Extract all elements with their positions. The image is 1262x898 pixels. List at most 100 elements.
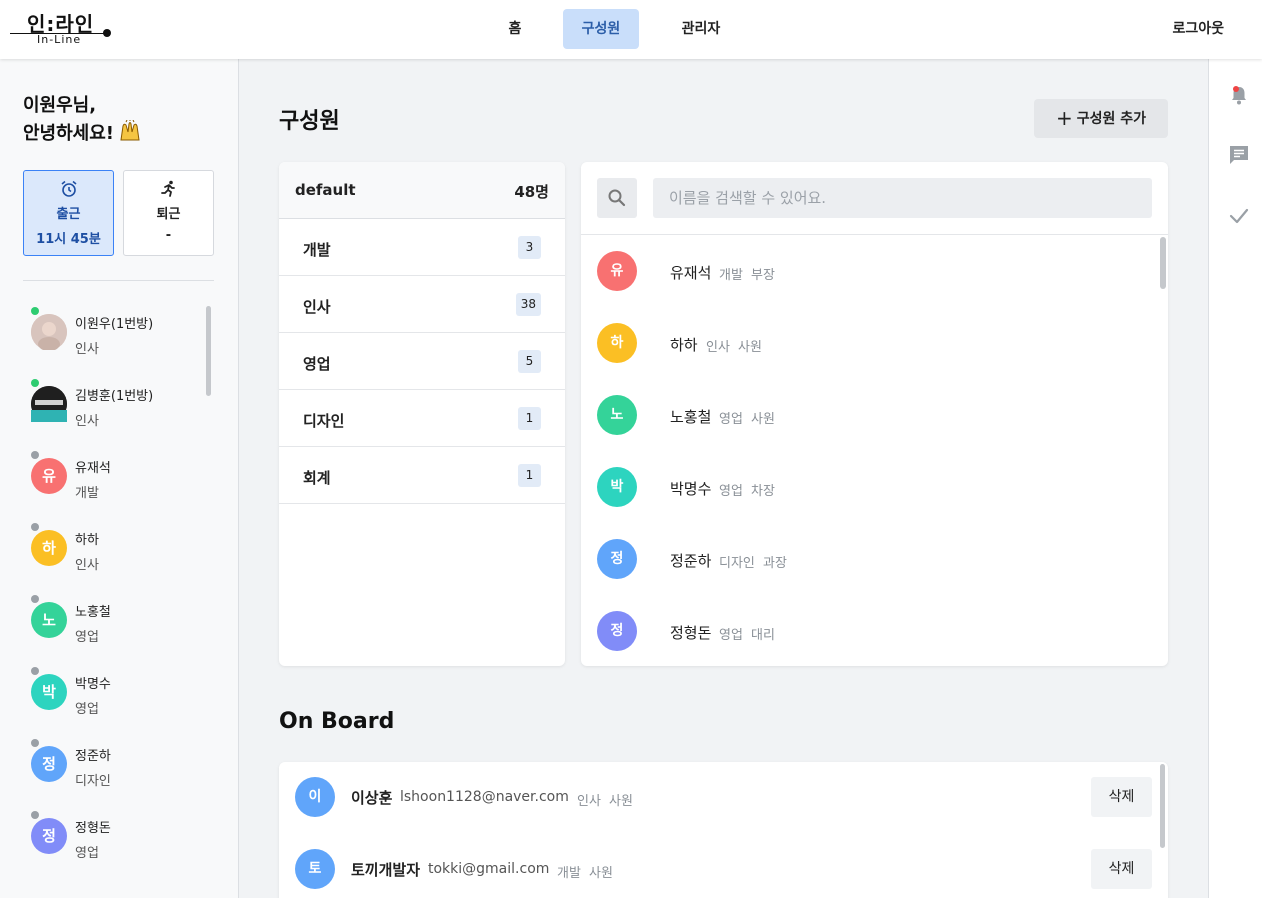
department-row[interactable]: 회계 1 [279,447,565,504]
member-row[interactable]: 노 노홍철 영업 사원 [581,380,1168,452]
department-name: 회계 [303,469,331,487]
checkin-label: 출근 [56,207,81,222]
nav-admin[interactable]: 관리자 [665,9,737,49]
department-name: 디자인 [303,412,345,430]
avatar: 하 [31,530,67,566]
bell-icon[interactable] [1228,84,1250,106]
department-count-badge: 3 [518,236,541,259]
right-rail [1208,59,1262,898]
avatar: 박 [31,674,67,710]
sidebar-divider [23,280,214,281]
page-title: 구성원 [279,109,340,134]
member-name: 정준하 [670,552,712,570]
onboard-title: On Board [279,709,395,734]
onboard-row: 토 토끼개발자 tokki@gmail.com 개발 사원 삭제 [279,834,1168,898]
sidebar-user-name: 노홍철 [75,605,111,620]
sidebar-user-item[interactable]: 정 정형돈 영업 [23,800,213,872]
nav-home[interactable]: 홈 [493,9,537,49]
sidebar-user-item[interactable]: 이원우(1번방) 인사 [23,296,213,368]
onboard-email: lshoon1128@naver.com [400,789,569,805]
department-row[interactable]: 영업 5 [279,333,565,390]
top-header: 인:라인 In-Line 홈 구성원 관리자 로그아웃 [0,0,1262,59]
avatar: 하 [597,323,637,363]
member-name: 정형돈 [670,624,712,642]
checkin-button[interactable]: 출근 11시 45분 [23,170,114,256]
member-row[interactable]: 박 박명수 영업 차장 [581,452,1168,524]
member-dept: 영업 [719,628,743,643]
sidebar-user-item[interactable]: 정 정준하 디자인 [23,728,213,800]
onboard-position: 사원 [589,866,613,881]
department-count-badge: 38 [515,293,541,316]
member-list: 유 유재석 개발 부장 하 하하 인사 사원 노 노홍철 영업 사원 박 박명수 영업 차장 정 정준하 디자인 과장… [581,236,1168,666]
sidebar-user-name: 김병훈(1번방) [75,389,154,404]
avatar: 토 [295,849,335,889]
checkout-button[interactable]: 퇴근 - [123,170,214,256]
department-header-row[interactable]: default 48명 [279,162,565,219]
presence-status-dot [31,451,39,459]
greeting-line2-wrap: 안녕하세요! [23,120,142,148]
department-row[interactable]: 개발 3 [279,219,565,276]
onboard-name: 토끼개발자 [351,861,421,879]
sidebar-user-dept: 인사 [75,342,99,357]
avatar: 정 [597,611,637,651]
sidebar-user-item[interactable]: 박 박명수 영업 [23,656,213,728]
onboard-scrollbar[interactable] [1160,764,1165,848]
chat-icon[interactable] [1228,144,1250,166]
sidebar-user-dept: 디자인 [75,774,111,789]
sidebar-user-list: 이원우(1번방) 인사 김병훈(1번방) 인사 유 유재석 개발 하 하하 인사 노 노홍철 영업 박 박명… [23,296,213,872]
sidebar-user-name: 박명수 [75,677,111,692]
sidebar-user-name: 유재석 [75,461,111,476]
member-panel: 유유재석개발부장하하하인사사원노노홍철영업사원박박명수영업차장정정준하디자인과장… [581,162,1168,666]
avatar: 노 [31,602,67,638]
member-search-input[interactable] [653,178,1152,218]
sidebar-scrollbar[interactable] [206,306,211,396]
department-row[interactable]: 디자인 1 [279,390,565,447]
sidebar-user-item[interactable]: 노 노홍철영업 [23,584,213,656]
avatar: 노 [597,395,637,435]
raised-hands-icon [120,120,140,141]
department-count-badge: 5 [518,350,541,373]
nav-members[interactable]: 구성원 [563,9,639,49]
avatar: 이 [295,777,335,817]
checkout-time: - [165,228,172,243]
onboard-list: 이 이상훈 lshoon1128@naver.com 인사 사원 삭제 토 토끼개발자 tokk… [279,762,1168,898]
member-name: 노홍철 [670,408,712,426]
sidebar-user-name: 정형돈 [75,821,111,836]
department-row[interactable]: 인사 38 [279,276,565,333]
sidebar-user-dept: 개발 [75,486,99,501]
member-row[interactable]: 하 하하 인사 사원 [581,308,1168,380]
checkin-time: 11시 45분 [36,232,101,247]
main-content: 구성원 + 구성원 추가 default 48명 개발 3 인사 38 영업 5 디자인 1 회계… [239,59,1208,898]
sidebar-user-name: 하하 [75,533,99,548]
presence-status-dot [31,667,39,675]
onboard-panel: 이 이상훈 lshoon1128@naver.com 인사 사원 삭제 토 토끼개발자 tokk… [279,762,1168,898]
member-row[interactable]: 정 정형돈 영업 대리 [581,596,1168,666]
greeting: 이원우님, 안녕하세요! [23,92,142,148]
member-row[interactable]: 정 정준하 디자인 과장 [581,524,1168,596]
logout-button[interactable]: 로그아웃 [1172,9,1224,49]
sidebar-user-item[interactable]: 김병훈(1번방) 인사 [23,368,213,440]
member-row[interactable]: 유 유재석 개발 부장 [581,236,1168,308]
presence-status-dot [31,811,39,819]
member-name: 하하 [670,336,698,354]
department-header-name: default [295,181,356,199]
member-name: 유재석 [670,264,712,282]
sidebar-user-dept: 인사 [75,558,99,573]
greeting-line2: 안녕하세요! [23,123,115,144]
sidebar-user-item[interactable]: 유 유재석 개발 [23,440,213,512]
presence-status-dot [31,595,39,603]
sidebar-user-item[interactable]: 하 하하 인사 [23,512,213,584]
avatar: 정 [31,746,67,782]
onboard-row: 이 이상훈 lshoon1128@naver.com 인사 사원 삭제 [279,762,1168,834]
running-person-icon [160,180,175,197]
member-list-scrollbar[interactable] [1160,237,1166,289]
search-button[interactable] [597,178,637,218]
add-member-button[interactable]: + 구성원 추가 [1034,99,1168,138]
member-position: 사원 [738,340,762,355]
delete-button[interactable]: 삭제 [1091,849,1152,889]
sidebar-user-dept: 영업 [75,630,99,645]
plus-icon: + [1055,106,1073,130]
sidebar-user-name: 이원우(1번방) [75,317,154,332]
delete-button[interactable]: 삭제 [1091,777,1152,817]
check-icon[interactable] [1228,205,1250,227]
